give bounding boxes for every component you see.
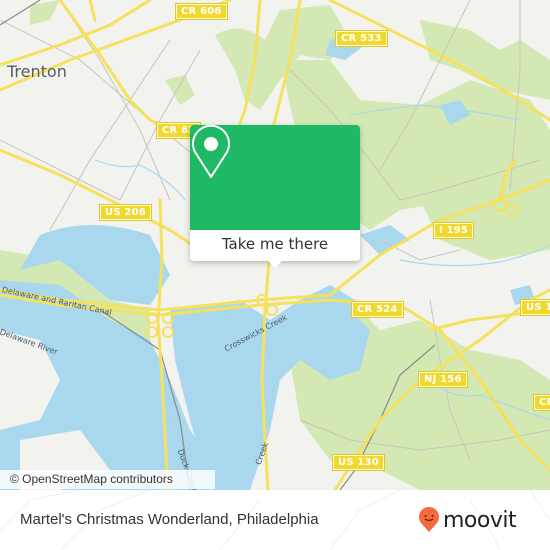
map-attribution[interactable]: © OpenStreetMap contributors (0, 470, 215, 489)
location-pin-icon (192, 125, 230, 178)
road-shield-nj-156: NJ 156 (419, 372, 467, 387)
moovit-logo[interactable]: moovit (418, 504, 517, 536)
road-shield-us-130: US 130 (333, 455, 384, 470)
moovit-pin-icon (419, 507, 439, 532)
road-shield-cr-606: CR 606 (176, 4, 227, 19)
popup-pointer (267, 260, 283, 268)
footer-bar: Martel's Christmas Wonderland, Philadelp… (0, 490, 550, 550)
location-popup: Take me there (190, 125, 360, 268)
road-shield-cr-524: CR 524 (352, 302, 403, 317)
moovit-wordmark: moovit (443, 507, 517, 533)
place-title: Martel's Christmas Wonderland, Philadelp… (20, 511, 319, 528)
map-view[interactable]: Trenton CR 606 CR 533 CR 62 US 206 I 195… (0, 0, 550, 490)
road-shield-cr-east: CR (534, 395, 550, 410)
popup-header (190, 125, 360, 230)
road-shield-i-195: I 195 (434, 223, 474, 238)
road-shield-us-206: US 206 (100, 205, 151, 220)
road-shield-cr-533: CR 533 (336, 31, 387, 46)
city-label-trenton: Trenton (7, 62, 67, 81)
road-shield-us-130-east: US 1 (521, 300, 550, 315)
take-me-there-button[interactable]: Take me there (190, 230, 360, 261)
